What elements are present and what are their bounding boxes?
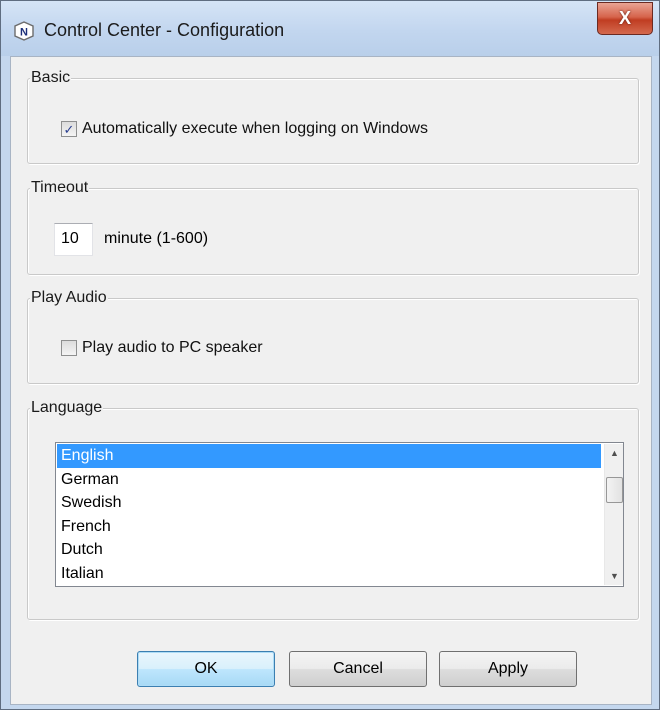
basic-group: Basic ✓ Automatically execute when loggi… — [27, 68, 639, 164]
timeout-input[interactable]: 10 — [54, 223, 93, 256]
language-item-dutch[interactable]: Dutch — [57, 538, 601, 562]
close-icon: X — [618, 8, 631, 28]
ok-button[interactable]: OK — [137, 651, 275, 687]
dialog-window: N Control Center - Configuration X Basic… — [0, 0, 660, 710]
language-legend: Language — [30, 398, 104, 418]
n-logo-icon: N — [14, 21, 34, 41]
pc-speaker-checkbox[interactable] — [61, 340, 77, 356]
close-button[interactable]: X — [597, 2, 653, 35]
timeout-unit-label: minute (1-600) — [104, 230, 209, 247]
timeout-legend: Timeout — [30, 178, 90, 198]
dialog-client-area: Basic ✓ Automatically execute when loggi… — [10, 56, 652, 705]
scroll-down-arrow-icon[interactable]: ▼ — [605, 567, 624, 585]
language-item-french[interactable]: French — [57, 515, 601, 539]
language-group: Language English German Swedish French D… — [27, 398, 639, 620]
language-scrollbar[interactable]: ▲ ▼ — [604, 444, 623, 585]
basic-legend: Basic — [30, 68, 72, 88]
language-item-swedish[interactable]: Swedish — [57, 491, 601, 515]
cancel-button[interactable]: Cancel — [289, 651, 427, 687]
title-bar[interactable]: N Control Center - Configuration X — [1, 1, 659, 56]
svg-text:N: N — [20, 27, 28, 39]
auto-execute-checkbox[interactable]: ✓ — [61, 121, 77, 137]
play-audio-legend: Play Audio — [30, 288, 108, 308]
language-item-english[interactable]: English — [57, 444, 601, 468]
language-item-german[interactable]: German — [57, 468, 601, 492]
language-item-italian[interactable]: Italian — [57, 562, 601, 586]
timeout-group: Timeout 10 minute (1-600) — [27, 178, 639, 275]
pc-speaker-label[interactable]: Play audio to PC speaker — [82, 339, 263, 357]
apply-button[interactable]: Apply — [439, 651, 577, 687]
play-audio-group: Play Audio Play audio to PC speaker — [27, 288, 639, 384]
language-listbox[interactable]: English German Swedish French Dutch Ital… — [55, 442, 624, 587]
scroll-up-arrow-icon[interactable]: ▲ — [605, 444, 624, 462]
auto-execute-label[interactable]: Automatically execute when logging on Wi… — [82, 120, 428, 138]
pc-speaker-checkbox-row[interactable]: Play audio to PC speaker — [61, 339, 263, 357]
scroll-thumb[interactable] — [606, 477, 623, 503]
auto-execute-checkbox-row[interactable]: ✓ Automatically execute when logging on … — [61, 120, 428, 138]
checkmark-icon: ✓ — [63, 121, 75, 137]
window-title: Control Center - Configuration — [44, 20, 285, 40]
